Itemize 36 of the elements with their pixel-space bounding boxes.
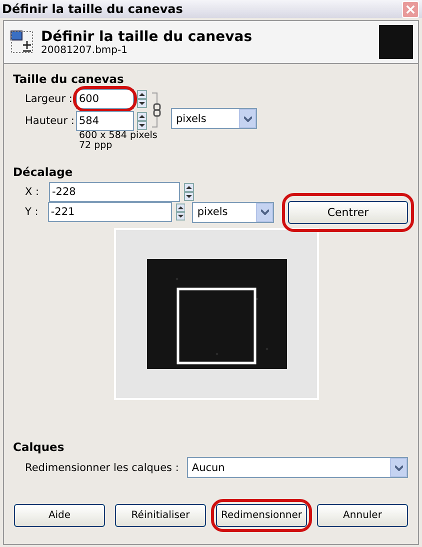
input-field[interactable]: 600 — [76, 89, 134, 109]
size-info: 72 ppp — [79, 141, 114, 151]
input-field[interactable]: -228 — [49, 182, 180, 202]
image-name: 20081207.bmp-1 — [41, 44, 128, 56]
size-info: 600 x 584 pixels — [79, 131, 158, 141]
field-label: Largeur : — [25, 93, 73, 105]
unit-dropdown[interactable]: pixels — [192, 202, 274, 222]
close-icon[interactable] — [406, 4, 415, 14]
section-heading: Calques — [13, 440, 66, 454]
caret-icon — [260, 209, 268, 215]
caret-icon — [244, 116, 252, 122]
dialog-button[interactable]: Aide — [14, 504, 105, 527]
field-label: Hauteur : — [25, 115, 73, 127]
spin-buttons — [137, 112, 147, 130]
field-label: Y : — [25, 206, 40, 218]
window-title: Définir la taille du canevas — [2, 2, 183, 16]
image-thumbnail — [379, 25, 413, 59]
spin-buttons — [176, 203, 186, 221]
layers-dropdown[interactable]: Aucun — [186, 457, 408, 478]
field-label: X : — [25, 186, 40, 198]
unit-dropdown[interactable]: pixels — [171, 108, 257, 129]
dialog-title: Définir la taille du canevas — [41, 28, 254, 44]
section-heading: Décalage — [13, 165, 74, 179]
center-button[interactable]: Centrer — [288, 200, 408, 224]
input-field[interactable]: 584 — [76, 111, 134, 131]
input-field[interactable]: -221 — [48, 202, 172, 222]
field-label: Redimensionner les calques : — [25, 462, 179, 474]
dialog-button[interactable]: Redimensionner — [216, 504, 307, 527]
spin-buttons — [137, 90, 147, 108]
spin-buttons — [184, 183, 194, 201]
dialog-button[interactable]: Réinitialiser — [115, 504, 206, 527]
section-heading: Taille du canevas — [13, 72, 125, 86]
chain-icon — [151, 91, 163, 129]
dialog-button[interactable]: Annuler — [317, 504, 408, 527]
caret-icon — [394, 464, 402, 470]
resize-canvas-icon — [10, 30, 34, 54]
